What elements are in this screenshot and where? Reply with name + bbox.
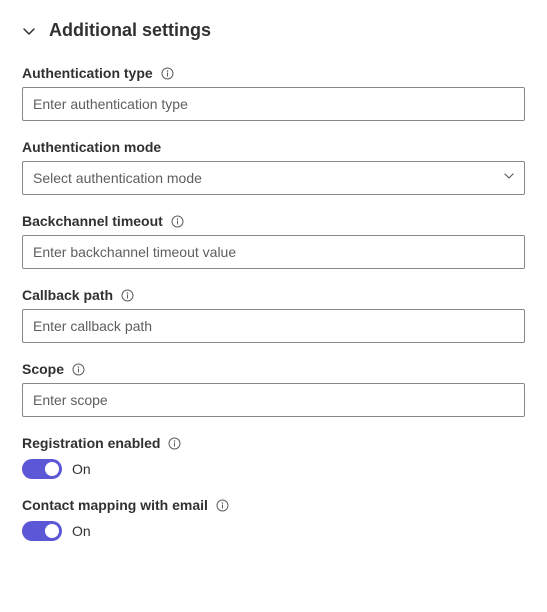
callback-path-input[interactable]	[22, 309, 525, 343]
info-icon[interactable]	[168, 437, 181, 450]
registration-enabled-toggle[interactable]	[22, 459, 62, 479]
contact-mapping-label: Contact mapping with email	[22, 497, 208, 513]
scope-label: Scope	[22, 361, 64, 377]
info-icon[interactable]	[161, 67, 174, 80]
backchannel-timeout-input[interactable]	[22, 235, 525, 269]
auth-type-input[interactable]	[22, 87, 525, 121]
auth-type-label: Authentication type	[22, 65, 153, 81]
field-registration-enabled: Registration enabled On	[22, 435, 525, 479]
section-title: Additional settings	[49, 20, 211, 41]
field-backchannel-timeout: Backchannel timeout	[22, 213, 525, 269]
registration-toggle-state: On	[72, 461, 91, 477]
info-icon[interactable]	[171, 215, 184, 228]
toggle-thumb	[45, 462, 59, 476]
scope-input[interactable]	[22, 383, 525, 417]
chevron-down-icon[interactable]	[22, 24, 36, 38]
backchannel-timeout-label: Backchannel timeout	[22, 213, 163, 229]
info-icon[interactable]	[121, 289, 134, 302]
info-icon[interactable]	[72, 363, 85, 376]
auth-mode-label: Authentication mode	[22, 139, 161, 155]
field-callback-path: Callback path	[22, 287, 525, 343]
contact-mapping-toggle-state: On	[72, 523, 91, 539]
field-scope: Scope	[22, 361, 525, 417]
section-header: Additional settings	[22, 20, 525, 41]
field-contact-mapping: Contact mapping with email On	[22, 497, 525, 541]
info-icon[interactable]	[216, 499, 229, 512]
callback-path-label: Callback path	[22, 287, 113, 303]
field-authentication-mode: Authentication mode Select authenticatio…	[22, 139, 525, 195]
toggle-thumb	[45, 524, 59, 538]
contact-mapping-toggle[interactable]	[22, 521, 62, 541]
registration-enabled-label: Registration enabled	[22, 435, 160, 451]
field-authentication-type: Authentication type	[22, 65, 525, 121]
auth-mode-select[interactable]: Select authentication mode	[22, 161, 525, 195]
